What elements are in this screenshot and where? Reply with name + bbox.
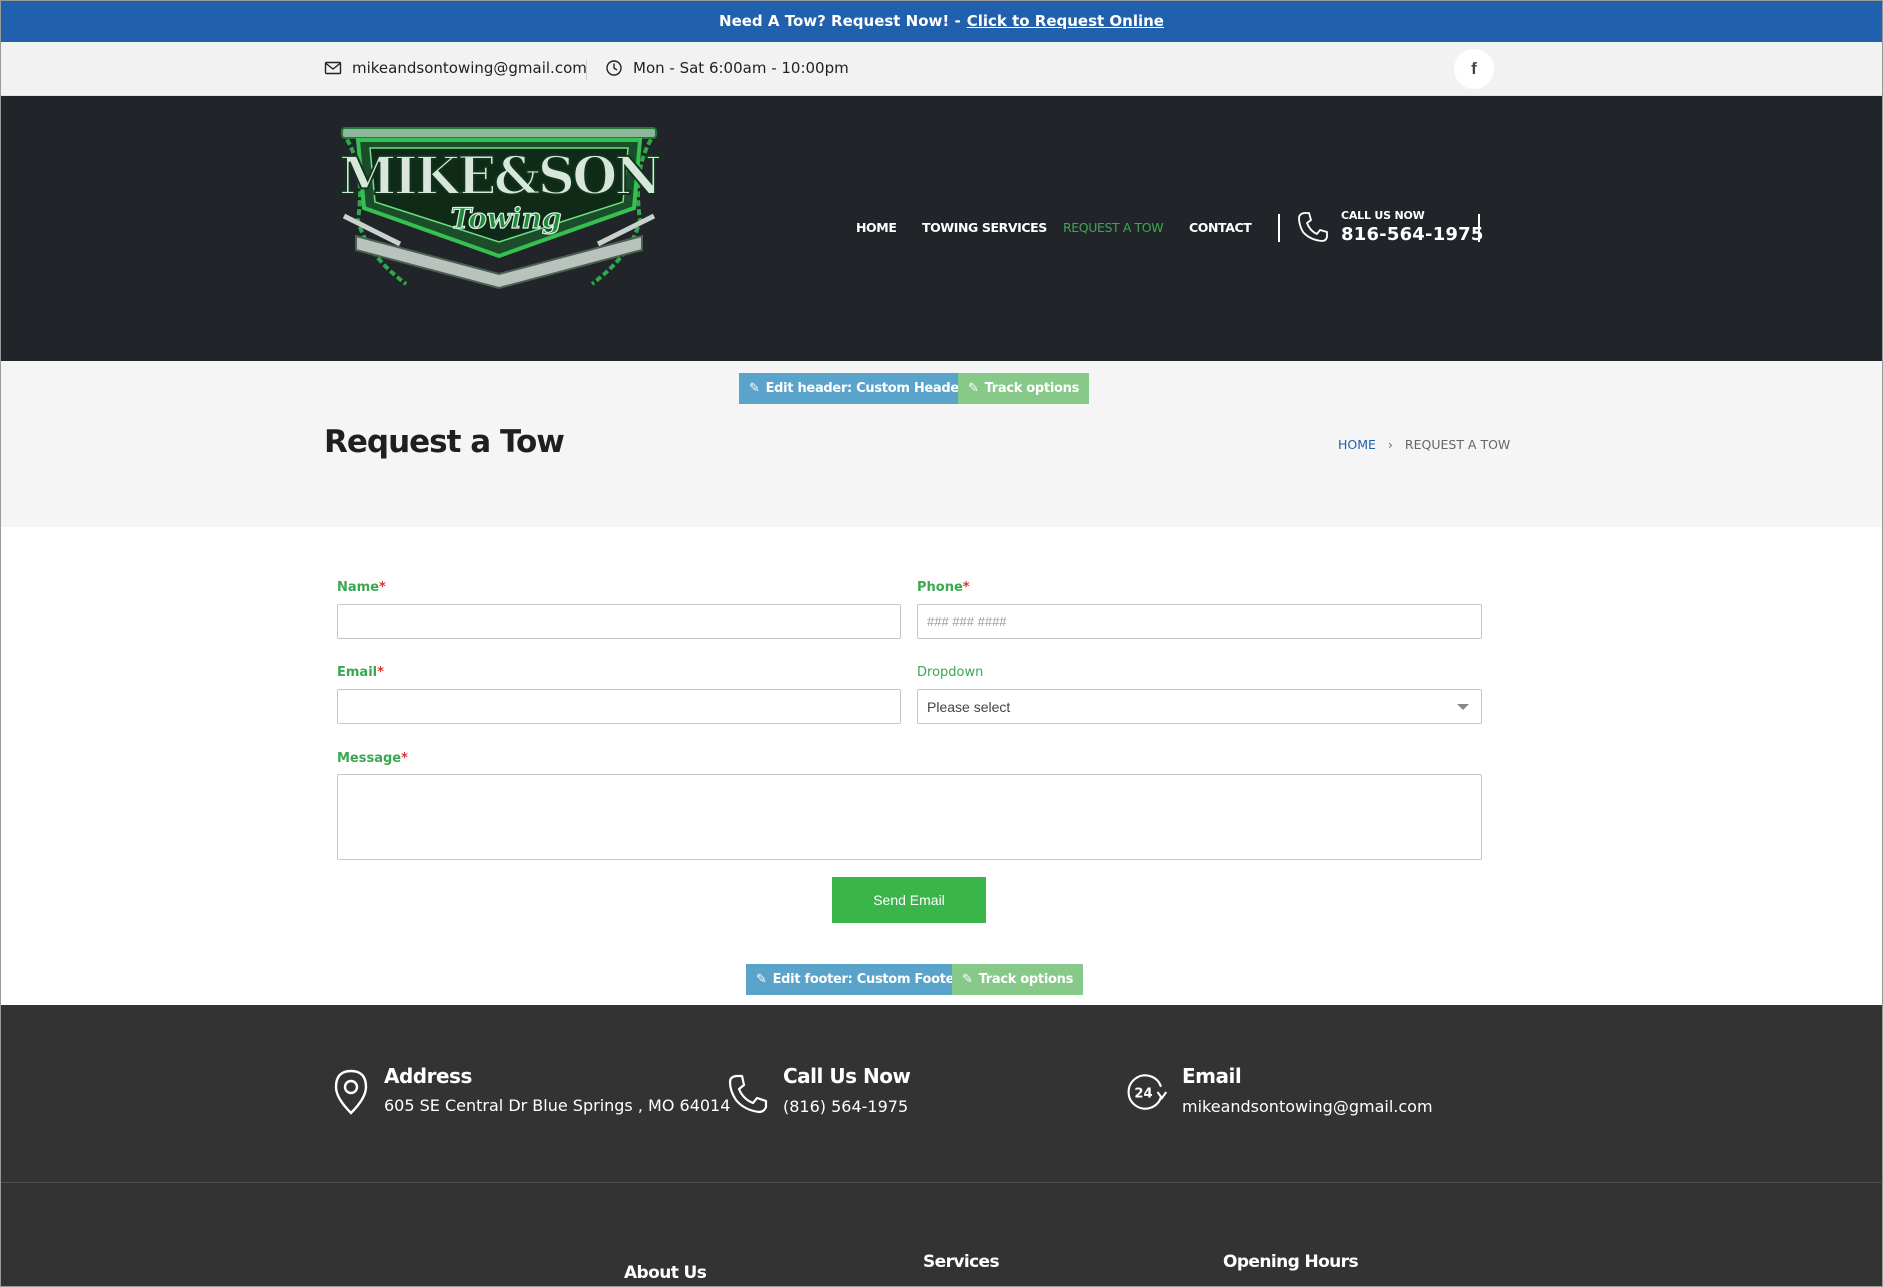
footer-call-title: Call Us Now [783,1064,911,1088]
phone-placeholder: ### ### #### [927,614,1007,629]
svg-text:MIKE&SON: MIKE&SON [339,146,661,207]
footer-hours-heading: Opening Hours [1223,1252,1359,1272]
contact-email[interactable]: mikeandsontowing@gmail.com [324,59,587,77]
pencil-icon: ✎ [962,972,973,987]
pencil-icon: ✎ [968,381,979,396]
breadcrumb-home[interactable]: HOME [1338,437,1376,452]
site-header: MIKE&SON Towing HOME TOWING SERVICES REQ… [0,96,1883,361]
breadcrumb-current: REQUEST A TOW [1404,437,1511,452]
announcement-bar: Need A Tow? Request Now! - Click to Requ… [0,0,1883,42]
track-options-label: Track options [984,381,1080,396]
message-textarea[interactable] [337,774,1482,860]
call-divider [1478,214,1480,242]
caret-down-icon [1457,704,1469,710]
svg-text:24: 24 [1134,1086,1152,1101]
info-bar [0,42,1883,96]
phone-icon [1298,212,1328,242]
nav-home[interactable]: HOME [856,220,897,235]
dropdown-value: Please select [927,698,1011,715]
page-title: Request a Tow [324,424,565,460]
edit-header-button[interactable]: ✎ Edit header: Custom Header [739,373,976,404]
chevron-right-icon: › [1387,437,1393,452]
phone-icon [728,1074,768,1114]
email-label: Email* [337,665,384,680]
footer-services-heading: Services [923,1252,1000,1272]
message-label: Message* [337,751,408,766]
header-phone-number[interactable]: 816-564-1975 [1341,224,1484,245]
footer-address-text: 605 SE Central Dr Blue Springs , MO 6401… [384,1096,731,1115]
name-label: Name* [337,580,386,595]
pencil-icon: ✎ [749,381,760,396]
send-email-button[interactable]: Send Email [832,877,986,923]
nav-request-a-tow[interactable]: REQUEST A TOW [1063,220,1164,235]
call-us-label: CALL US NOW [1341,209,1425,222]
nav-divider [1278,214,1280,242]
phone-label: Phone* [917,580,970,595]
footer-email-title: Email [1182,1064,1242,1088]
edit-header-label: Edit header: Custom Header [765,381,966,396]
dropdown-label: Dropdown [917,665,984,680]
name-field[interactable] [337,604,901,639]
site-logo[interactable]: MIKE&SON Towing [336,124,662,292]
24-hour-icon: 24 [1127,1074,1168,1110]
facebook-icon[interactable]: f [1454,49,1494,89]
nav-contact[interactable]: CONTACT [1189,220,1252,235]
breadcrumb: HOME › REQUEST A TOW [1338,437,1510,452]
phone-field[interactable]: ### ### #### [917,604,1482,639]
email-field[interactable] [337,689,901,724]
info-divider [586,60,587,80]
track-options-button[interactable]: ✎ Track options [958,373,1090,404]
announcement-text: Need A Tow? Request Now! - [719,12,961,30]
footer-track-options-button[interactable]: ✎ Track options [952,964,1084,995]
footer-address-title: Address [384,1064,472,1088]
svg-text:Towing: Towing [451,202,562,235]
map-pin-icon [334,1069,368,1115]
footer-track-options-label: Track options [978,972,1074,987]
footer-email-text[interactable]: mikeandsontowing@gmail.com [1182,1097,1433,1116]
footer-phone-number[interactable]: (816) 564-1975 [783,1097,908,1116]
clock-icon [606,60,622,76]
edit-footer-label: Edit footer: Custom Footer [772,972,961,987]
footer-divider [0,1182,1883,1183]
footer-about-heading: About Us [624,1263,707,1283]
hours-text: Mon - Sat 6:00am - 10:00pm [633,59,849,77]
envelope-icon [324,61,342,75]
dropdown-select[interactable]: Please select [917,689,1482,724]
business-hours: Mon - Sat 6:00am - 10:00pm [605,59,849,77]
pencil-icon: ✎ [756,972,767,987]
edit-footer-button[interactable]: ✎ Edit footer: Custom Footer [746,964,971,995]
site-footer [0,1005,1883,1287]
request-online-link[interactable]: Click to Request Online [967,12,1164,30]
nav-towing-services[interactable]: TOWING SERVICES [922,220,1047,235]
email-text: mikeandsontowing@gmail.com [352,59,587,77]
